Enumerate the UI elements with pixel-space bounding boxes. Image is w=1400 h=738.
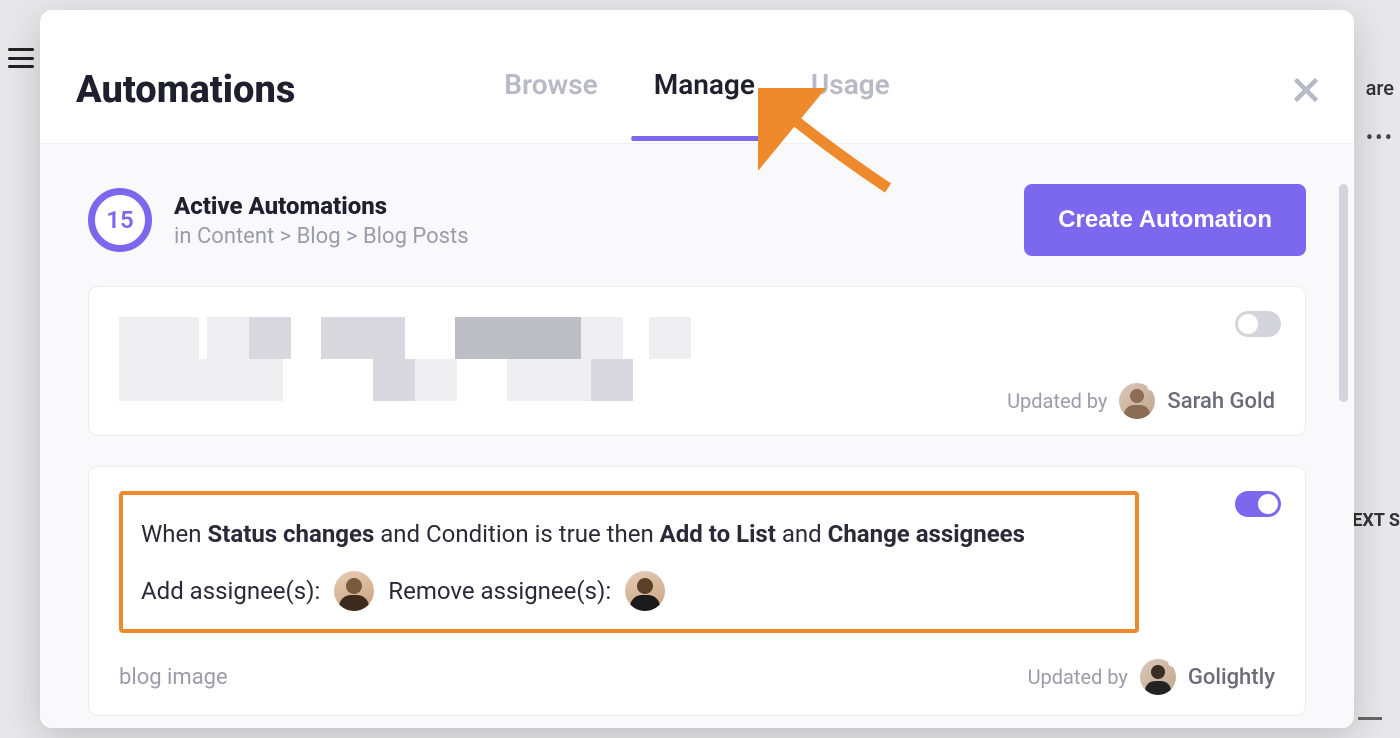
close-icon[interactable]	[1288, 72, 1324, 108]
avatar	[1119, 383, 1155, 419]
tab-manage[interactable]: Manage	[654, 68, 755, 139]
bg-text-are: are	[1366, 76, 1394, 100]
remove-assignees-label: Remove assignee(s):	[388, 572, 611, 610]
tab-browse[interactable]: Browse	[504, 68, 597, 139]
modal-tabs: Browse Manage Usage	[504, 68, 890, 139]
bg-collapse-icon	[1358, 717, 1382, 720]
hamburger-icon	[8, 48, 34, 68]
breadcrumb: in Content > Blog > Blog Posts	[174, 224, 469, 249]
summary-row: 15 Active Automations in Content > Blog …	[88, 184, 1306, 256]
automations-modal: Automations Browse Manage Usage 15 Activ…	[40, 10, 1354, 728]
presence-dot-offline	[1147, 383, 1155, 391]
automation-toggle[interactable]	[1235, 491, 1281, 517]
bg-more-icon: •••	[1366, 126, 1394, 151]
modal-title: Automations	[76, 68, 295, 112]
avatar	[1140, 659, 1176, 695]
redacted-content	[119, 317, 1275, 359]
summary-heading: Active Automations	[174, 192, 469, 220]
tab-usage[interactable]: Usage	[811, 68, 890, 139]
updater-name: Sarah Gold	[1167, 389, 1275, 414]
avatar	[334, 571, 374, 611]
modal-body: 15 Active Automations in Content > Blog …	[40, 144, 1354, 728]
updated-by-label: Updated by	[1007, 389, 1107, 413]
rule-text: When Status changes and Condition is tru…	[141, 515, 1117, 553]
automation-card[interactable]: When Status changes and Condition is tru…	[88, 466, 1306, 716]
automation-name: blog image	[119, 665, 228, 690]
presence-dot-online	[1168, 659, 1176, 667]
updater-name: Golightly	[1188, 665, 1275, 690]
create-automation-button[interactable]: Create Automation	[1024, 184, 1306, 256]
modal-header: Automations Browse Manage Usage	[40, 10, 1354, 144]
automation-rule-highlight: When Status changes and Condition is tru…	[119, 491, 1139, 633]
automation-toggle[interactable]	[1235, 311, 1281, 337]
rule-assignees: Add assignee(s): Remove assignee(s):	[141, 571, 1117, 611]
add-assignees-label: Add assignee(s):	[141, 572, 320, 610]
automation-card[interactable]: Updated by Sarah Gold	[88, 286, 1306, 436]
scrollbar[interactable]	[1339, 184, 1348, 402]
avatar	[625, 571, 665, 611]
automation-count-badge: 15	[88, 188, 152, 252]
updated-by-label: Updated by	[1028, 665, 1128, 689]
bg-text-ext: EXT S	[1352, 510, 1400, 531]
